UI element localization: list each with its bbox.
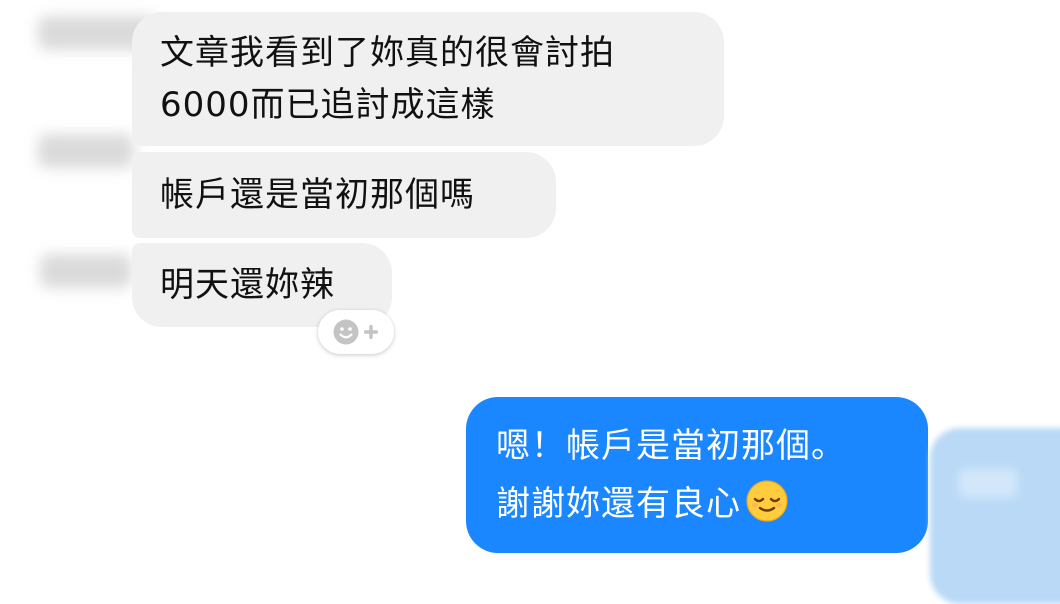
- add-reaction-button[interactable]: [318, 310, 394, 354]
- plus-icon: [364, 325, 378, 339]
- message-text-line-with-emoji: 謝謝妳還有良心: [496, 475, 906, 533]
- chat-thread: 文章我看到了妳真的很會討拍 6000而已追討成這樣 帳戶還是當初那個嗎 明天還妳…: [0, 0, 1060, 604]
- smiley-icon: [333, 319, 359, 345]
- incoming-message-bubble[interactable]: 帳戶還是當初那個嗎: [132, 152, 556, 238]
- sender-name-blurred: [40, 254, 132, 288]
- message-text-line: 嗯！帳戶是當初那個。: [496, 426, 846, 466]
- partial-blurred-bubble: [930, 428, 1060, 604]
- message-text-line: 6000而已追討成這樣: [160, 85, 496, 125]
- message-text-line: 文章我看到了妳真的很會討拍: [160, 33, 615, 73]
- message-text-line: 明天還妳辣: [160, 265, 335, 305]
- incoming-message-bubble[interactable]: 文章我看到了妳真的很會討拍 6000而已追討成這樣: [132, 12, 724, 146]
- message-text-line: 帳戶還是當初那個嗎: [160, 175, 475, 215]
- message-text: 謝謝妳還有良心: [496, 484, 741, 524]
- outgoing-message-bubble[interactable]: 嗯！帳戶是當初那個。 謝謝妳還有良心: [466, 397, 928, 553]
- sender-name-blurred: [38, 134, 134, 168]
- relieved-face-emoji-icon: [746, 480, 788, 522]
